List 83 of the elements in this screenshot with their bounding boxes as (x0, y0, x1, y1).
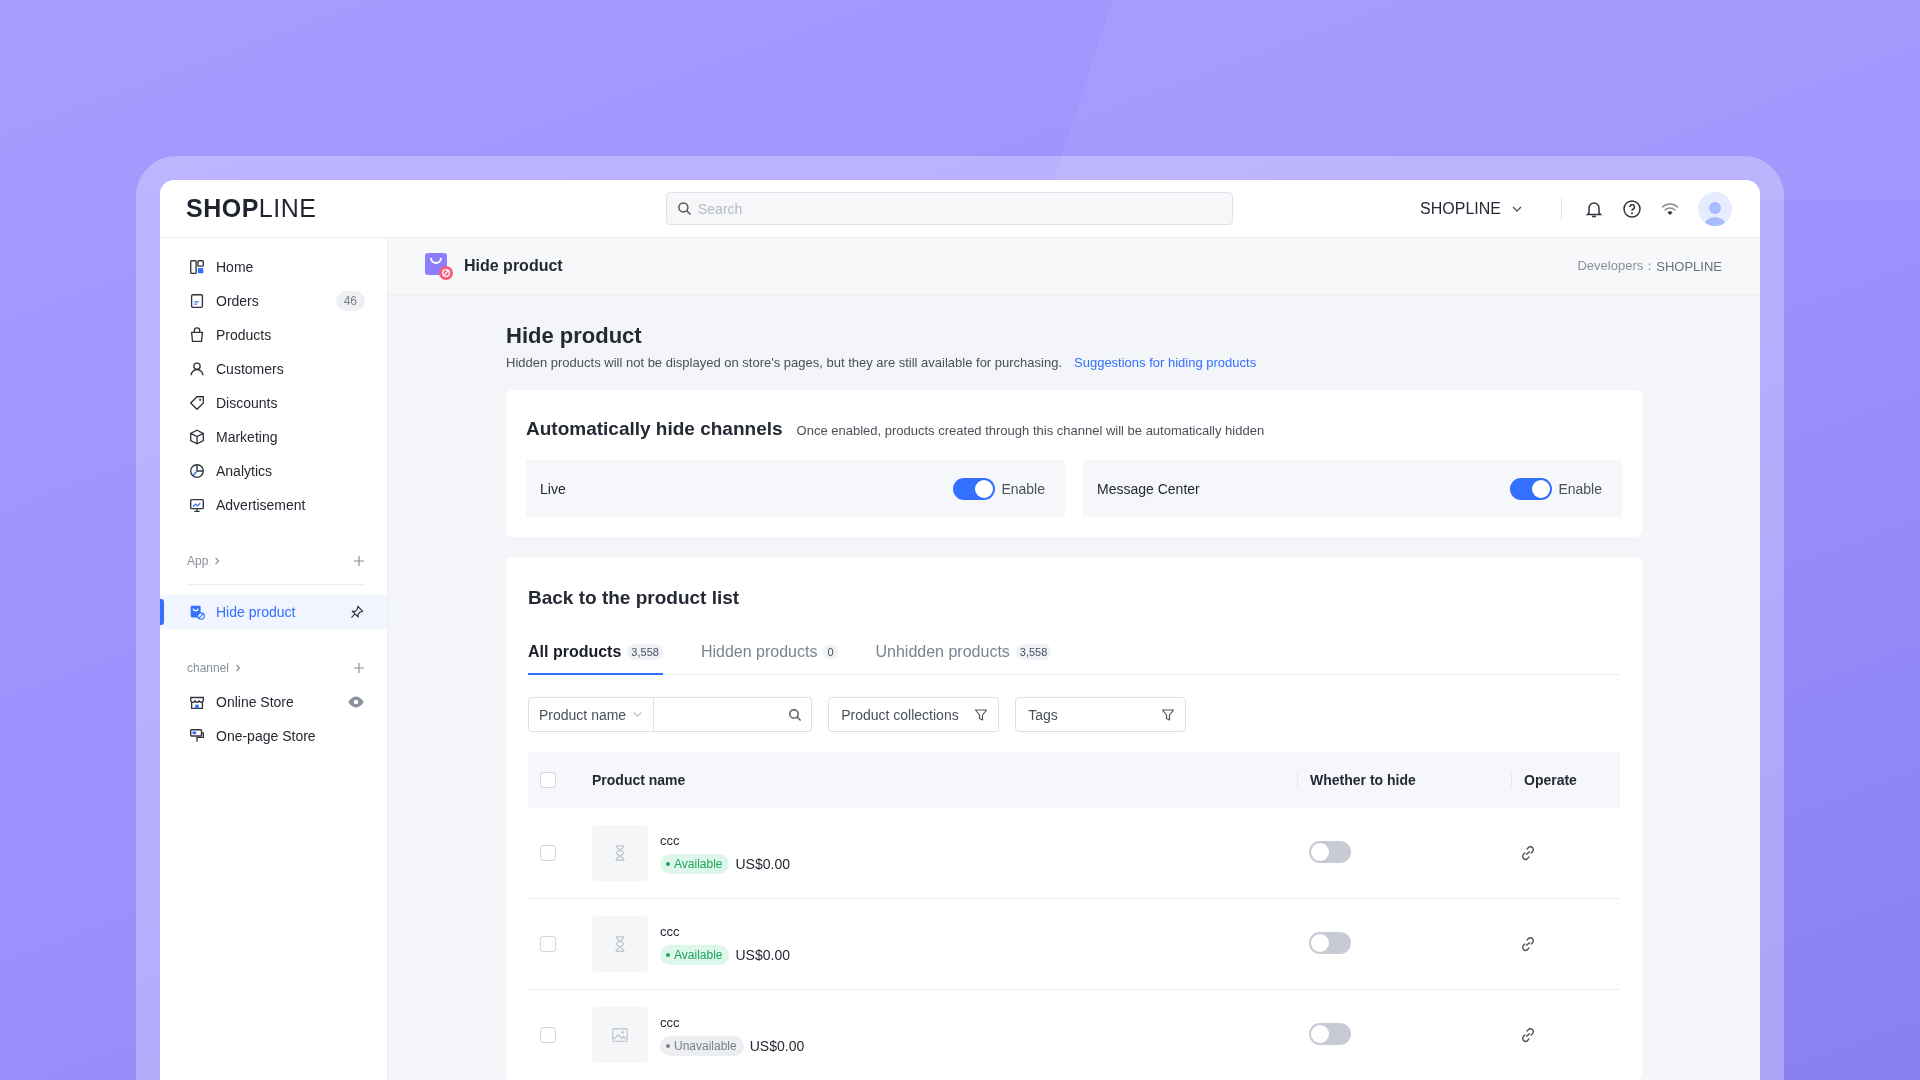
product-price: US$0.00 (749, 1037, 805, 1054)
plus-icon[interactable] (353, 555, 365, 567)
pin-icon[interactable] (349, 604, 365, 620)
status-badge: Available (660, 944, 730, 965)
bag-icon (188, 326, 206, 344)
store-switcher[interactable]: SHOPLINE (1420, 199, 1523, 218)
product-name: ccc (660, 1014, 681, 1030)
row-checkbox[interactable] (540, 1027, 556, 1043)
sidebar-item[interactable]: Products (160, 318, 387, 352)
tab[interactable]: All products 3,558 (528, 643, 663, 675)
status-badge: Unavailable (660, 1035, 744, 1056)
card-hint: Once enabled, products created through this channel will be automatically hidden (796, 423, 1265, 438)
sidebar-item[interactable]: Orders 46 (160, 284, 387, 318)
cube-icon (188, 428, 206, 446)
product-name: ccc (660, 923, 681, 939)
sidebar-item[interactable]: Hide product (160, 595, 387, 629)
field-select[interactable]: Product name (528, 697, 655, 732)
logo: SHOPLINE (186, 194, 318, 223)
filter-icon (1161, 707, 1176, 722)
help-icon[interactable] (1622, 198, 1642, 219)
sidebar-item[interactable]: Advertisement (160, 488, 387, 522)
collections-filter[interactable]: Product collections (828, 697, 1000, 732)
paint-roller-icon (188, 727, 206, 745)
column-header: Operate (1524, 772, 1577, 788)
toggle-switch[interactable] (1309, 840, 1351, 863)
tab[interactable]: Hidden products 0 (700, 643, 838, 675)
product-name: ccc (660, 832, 681, 848)
product-search-field[interactable] (654, 697, 813, 732)
developer-label: Developers： (1577, 257, 1657, 275)
person-icon (188, 360, 206, 378)
toggle-switch[interactable] (1510, 477, 1553, 500)
toggle-label: Enable (1558, 480, 1602, 497)
sidebar-item[interactable]: Home (160, 250, 387, 284)
pie-chart-icon (188, 462, 206, 480)
toggle-switch[interactable] (1309, 1022, 1351, 1045)
product-price: US$0.00 (735, 855, 790, 872)
tag-icon (188, 394, 206, 412)
monitor-icon (188, 496, 206, 514)
link-icon[interactable] (1519, 1026, 1537, 1044)
column-header: Whether to hide (1310, 772, 1416, 788)
dashboard-icon (188, 258, 206, 276)
page-title: Hide product (506, 323, 643, 349)
toggle-switch[interactable] (1309, 931, 1351, 954)
count-badge: 0 (823, 644, 838, 660)
plus-icon[interactable] (353, 662, 365, 674)
row-checkbox[interactable] (540, 845, 556, 861)
channel-name: Message Center (1097, 480, 1201, 497)
sidebar-item[interactable]: Online Store (160, 685, 387, 719)
count-badge: 46 (335, 291, 365, 311)
filter-icon (974, 707, 989, 722)
image-icon (611, 1026, 629, 1044)
channel-name: Live (540, 480, 567, 497)
avatar[interactable] (1698, 191, 1732, 226)
row-checkbox[interactable] (540, 936, 556, 952)
toggle-label: Enable (1001, 480, 1045, 497)
sidebar-item[interactable]: Marketing (160, 420, 387, 454)
developer-name: SHOPLINE (1656, 258, 1722, 274)
suggestions-link[interactable]: Suggestions for hiding products (1074, 355, 1257, 370)
card-title: Back to the product list (528, 587, 741, 609)
count-badge: 3,558 (627, 644, 663, 660)
link-icon[interactable] (1519, 935, 1537, 953)
app-title: Hide product (464, 257, 563, 275)
chevron-down-icon (632, 709, 644, 720)
product-price: US$0.00 (735, 946, 790, 963)
bag-icon (188, 603, 206, 621)
sidebar-item[interactable]: Customers (160, 352, 387, 386)
column-header: Product name (592, 772, 686, 788)
tab[interactable]: Unhidden products 3,558 (875, 643, 1052, 675)
sidebar-item[interactable]: One-page Store (160, 719, 387, 753)
sidebar-item[interactable]: Analytics (160, 454, 387, 488)
search-icon (788, 708, 803, 722)
select-all-checkbox[interactable] (540, 772, 556, 788)
document-icon (188, 292, 206, 310)
status-badge: Available (660, 853, 730, 874)
toggle-switch[interactable] (953, 477, 996, 500)
shopping-bag-icon (424, 251, 454, 281)
link-icon[interactable] (1519, 844, 1537, 862)
card-title: Automatically hide channels (526, 418, 783, 440)
count-badge: 3,558 (1015, 644, 1052, 660)
tags-filter[interactable]: Tags (1015, 697, 1187, 732)
sidebar-item[interactable]: Discounts (160, 386, 387, 420)
search-field[interactable]: Search (666, 192, 1233, 225)
page-description: Hidden products will not be displayed on store's pages, but they are still available for purchasing. (506, 355, 1063, 370)
